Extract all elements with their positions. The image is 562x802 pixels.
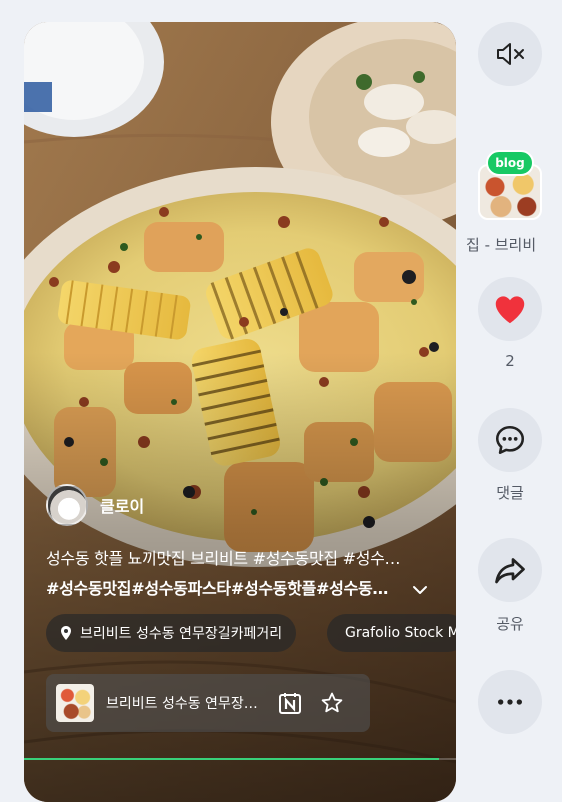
heart-icon — [495, 296, 525, 324]
naver-calendar-icon[interactable] — [278, 691, 302, 715]
comment-icon — [495, 425, 525, 455]
place-chip[interactable]: 브리비트 성수동 연무장길카페거리 — [46, 614, 297, 652]
comment-button[interactable] — [478, 408, 542, 472]
location-pin-icon — [61, 626, 71, 640]
video-caption[interactable]: 성수동 핫플 뇨끼맛집 브리비트 #성수동맛집 #성수동파스타 #성수동핫플 — [46, 544, 402, 574]
like-button[interactable] — [478, 277, 542, 341]
blog-label[interactable]: 집 - 브리비 — [466, 234, 562, 255]
star-icon[interactable] — [320, 691, 344, 715]
place-info-bar[interactable]: 브리비트 성수동 연무장길카페거리 — [46, 674, 370, 732]
blog-badge: blog — [486, 150, 534, 176]
chevron-down-icon[interactable] — [410, 580, 430, 600]
author[interactable]: 클로이 — [46, 484, 144, 526]
video-card[interactable]: 클로이 성수동 핫플 뇨끼맛집 브리비트 #성수동맛집 #성수동파스타 #성수동… — [24, 22, 456, 802]
comment-label: 댓글 — [496, 484, 524, 502]
share-button[interactable] — [478, 538, 542, 602]
music-chip-label: Grafolio Stock Music — [345, 625, 456, 641]
like-count: 2 — [505, 352, 515, 370]
share-label: 공유 — [496, 615, 524, 633]
music-chip[interactable]: Grafolio Stock Music — [327, 614, 456, 652]
place-info-title[interactable]: 브리비트 성수동 연무장길카페거리 — [106, 693, 262, 713]
more-button[interactable] — [478, 670, 542, 734]
speaker-muted-icon — [497, 43, 524, 65]
author-name[interactable]: 클로이 — [100, 493, 144, 517]
avatar[interactable] — [46, 484, 88, 526]
mute-button[interactable] — [478, 22, 542, 86]
blog-link[interactable]: blog — [476, 150, 544, 222]
place-thumbnail — [56, 684, 94, 722]
video-hashtags[interactable]: #성수동맛집#성수동파스타#성수동핫플#성수동데이트 — [46, 574, 402, 604]
place-chip-label: 브리비트 성수동 연무장길카페거리 — [80, 626, 283, 642]
share-icon — [495, 558, 525, 584]
progress-bar[interactable] — [24, 758, 439, 760]
more-icon — [498, 699, 522, 705]
